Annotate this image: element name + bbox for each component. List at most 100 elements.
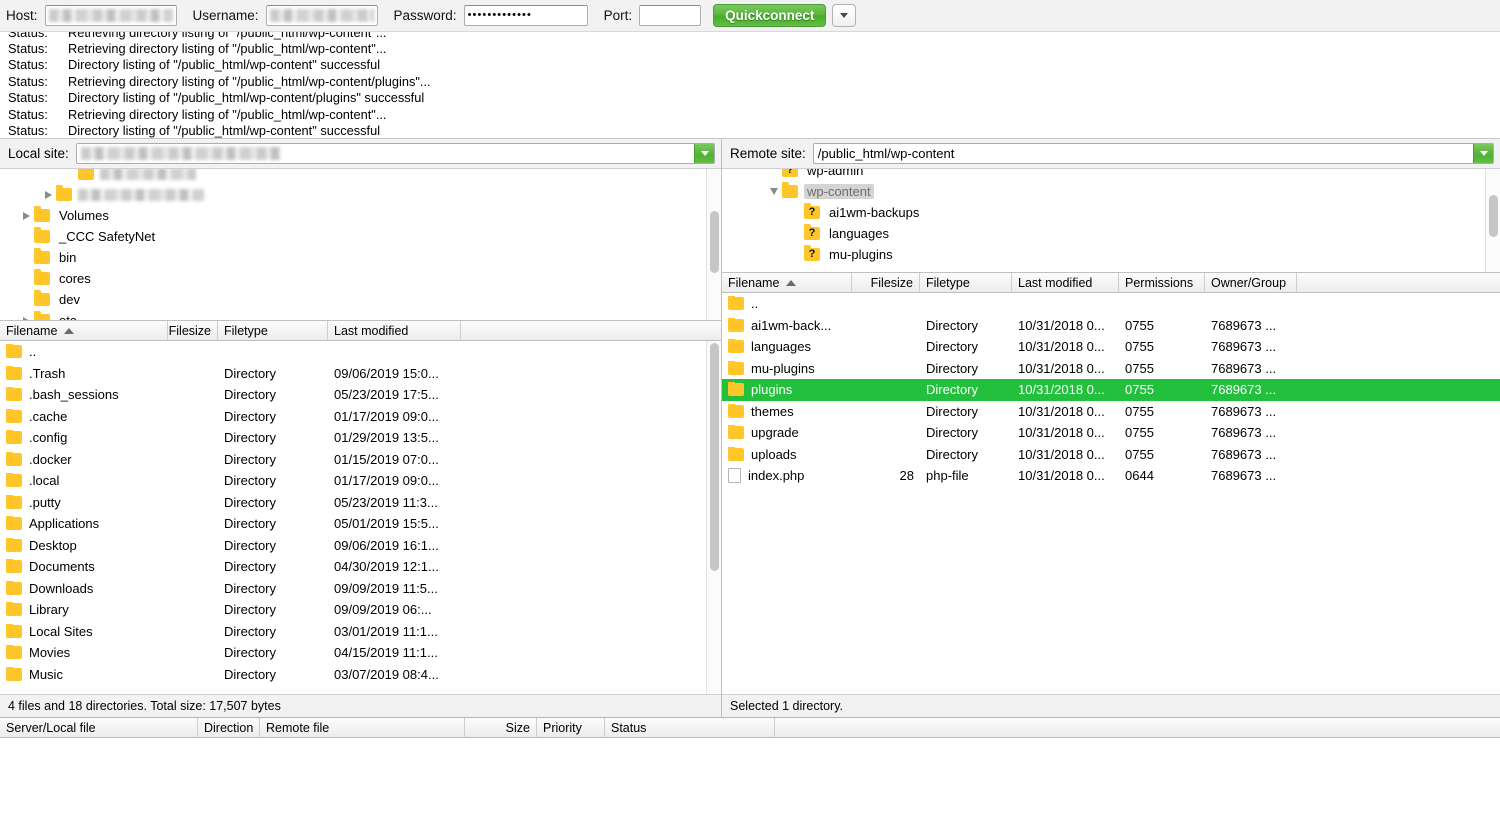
file-row[interactable]: DownloadsDirectory09/09/2019 11:5... [0,578,721,600]
file-row[interactable]: Local SitesDirectory03/01/2019 11:1... [0,621,721,643]
file-cell-filetype: Directory [920,404,1012,419]
file-row[interactable]: DocumentsDirectory04/30/2019 12:1... [0,556,721,578]
local-file-scroll-thumb[interactable] [710,343,719,571]
file-row[interactable]: .localDirectory01/17/2019 09:0... [0,470,721,492]
remote-site-combo[interactable]: /public_html/wp-content [813,143,1494,164]
local-tree-scrollbar[interactable] [706,169,721,320]
tree-item[interactable]: wp-admin [722,169,1500,181]
host-input[interactable] [45,5,177,26]
password-input[interactable]: ••••••••••••• [464,5,588,26]
queue-column-status[interactable]: Status [605,718,775,738]
remote-tree-scroll-thumb[interactable] [1489,195,1498,237]
local-column-filesize[interactable]: Filesize [168,321,218,341]
file-row[interactable]: .. [0,341,721,363]
file-row[interactable]: ApplicationsDirectory05/01/2019 15:5... [0,513,721,535]
file-row[interactable]: mu-pluginsDirectory10/31/2018 0...075576… [722,358,1500,380]
local-file-list[interactable]: ...TrashDirectory09/06/2019 15:0....bash… [0,341,721,694]
file-row[interactable]: .dockerDirectory01/15/2019 07:0... [0,449,721,471]
queue-column-direction[interactable]: Direction [198,718,260,738]
sort-ascending-icon [786,280,796,286]
local-column-filetype[interactable]: Filetype [218,321,328,341]
file-row[interactable]: uploadsDirectory10/31/2018 0...075576896… [722,444,1500,466]
username-label: Username: [193,8,259,23]
quickconnect-button[interactable]: Quickconnect [713,4,826,27]
remote-column-modified[interactable]: Last modified [1012,273,1119,293]
folder-icon [6,431,22,444]
file-cell-filetype: Directory [218,516,328,531]
file-cell-name: uploads [722,447,852,462]
file-cell-owner: 7689673 ... [1205,468,1300,483]
queue-column-remote-file[interactable]: Remote file [260,718,465,738]
status-log-message: Directory listing of "/public_html/wp-co… [68,57,1500,72]
local-site-dropdown-button[interactable] [694,144,714,163]
remote-site-bar: Remote site: /public_html/wp-content [722,139,1500,169]
local-site-value[interactable] [77,144,694,163]
local-site-value-redacted [81,147,281,160]
local-tree-scroll-thumb[interactable] [710,211,719,273]
queue-column-server-local-file[interactable]: Server/Local file [0,718,198,738]
folder-icon [6,345,22,358]
tree-item[interactable] [0,169,721,184]
file-row[interactable]: pluginsDirectory10/31/2018 0...075576896… [722,379,1500,401]
file-row[interactable]: MoviesDirectory04/15/2019 11:1... [0,642,721,664]
local-site-combo[interactable] [76,143,715,164]
remote-column-filetype[interactable]: Filetype [920,273,1012,293]
file-row[interactable]: themesDirectory10/31/2018 0...0755768967… [722,401,1500,423]
file-name-label: .. [751,296,758,311]
file-row[interactable]: LibraryDirectory09/09/2019 06:... [0,599,721,621]
file-row[interactable]: .configDirectory01/29/2019 13:5... [0,427,721,449]
local-column-modified[interactable]: Last modified [328,321,461,341]
remote-column-owner[interactable]: Owner/Group [1205,273,1297,293]
collapse-triangle-icon[interactable] [766,188,782,195]
local-file-scrollbar[interactable] [706,341,721,694]
sort-ascending-icon [64,328,74,334]
folder-icon [6,474,22,487]
queue-column-priority[interactable]: Priority [537,718,605,738]
file-row[interactable]: .bash_sessionsDirectory05/23/2019 17:5..… [0,384,721,406]
tree-item[interactable]: etc [0,310,721,321]
tree-item[interactable]: bin [0,247,721,268]
local-directory-tree[interactable]: Volumes_CCC SafetyNetbincoresdevetc [0,169,721,321]
queue-column-size[interactable]: Size [465,718,537,738]
expand-triangle-icon[interactable] [40,191,56,199]
file-row[interactable]: languagesDirectory10/31/2018 0...0755768… [722,336,1500,358]
file-row[interactable]: .puttyDirectory05/23/2019 11:3... [0,492,721,514]
tree-item[interactable]: dev [0,289,721,310]
file-row[interactable]: .cacheDirectory01/17/2019 09:0... [0,406,721,428]
status-log[interactable]: Status:Retrieving directory listing of "… [0,32,1500,139]
tree-item-label: wp-admin [804,169,866,178]
file-name-label: .config [29,430,67,445]
file-row[interactable]: .. [722,293,1500,315]
remote-directory-tree[interactable]: wp-admin wp-contentai1wm-backupslanguages… [722,169,1500,273]
expand-triangle-icon[interactable] [18,212,34,220]
username-input[interactable] [266,5,378,26]
remote-column-permissions[interactable]: Permissions [1119,273,1205,293]
remote-column-filename[interactable]: Filename [722,273,852,293]
tree-item[interactable]: cores [0,268,721,289]
tree-item[interactable]: ai1wm-backups [722,202,1500,223]
port-input[interactable] [639,5,701,26]
local-column-filename[interactable]: Filename [0,321,168,341]
remote-file-list[interactable]: .. ai1wm-back...Directory10/31/2018 0...0… [722,293,1500,694]
remote-column-filesize[interactable]: Filesize [852,273,920,293]
file-row[interactable]: DesktopDirectory09/06/2019 16:1... [0,535,721,557]
file-cell-name: .local [0,473,168,488]
quickconnect-dropdown-button[interactable] [832,4,856,27]
remote-column-filler [1297,273,1500,293]
remote-site-dropdown-button[interactable] [1473,144,1493,163]
tree-item[interactable]: languages [722,223,1500,244]
file-cell-modified: 01/29/2019 13:5... [328,430,488,445]
tree-item[interactable]: wp-content [722,181,1500,202]
tree-item[interactable] [0,184,721,205]
tree-item[interactable]: _CCC SafetyNet [0,226,721,247]
remote-site-value[interactable]: /public_html/wp-content [814,144,1473,163]
file-row[interactable]: index.php28php-file10/31/2018 0...064476… [722,465,1500,487]
file-row[interactable]: MusicDirectory03/07/2019 08:4... [0,664,721,686]
tree-item[interactable]: mu-plugins [722,244,1500,265]
transfer-queue-body[interactable] [0,738,1500,837]
file-row[interactable]: .TrashDirectory09/06/2019 15:0... [0,363,721,385]
remote-tree-scrollbar[interactable] [1485,169,1500,272]
tree-item[interactable]: Volumes [0,205,721,226]
file-row[interactable]: ai1wm-back...Directory10/31/2018 0...075… [722,315,1500,337]
file-row[interactable]: upgradeDirectory10/31/2018 0...075576896… [722,422,1500,444]
